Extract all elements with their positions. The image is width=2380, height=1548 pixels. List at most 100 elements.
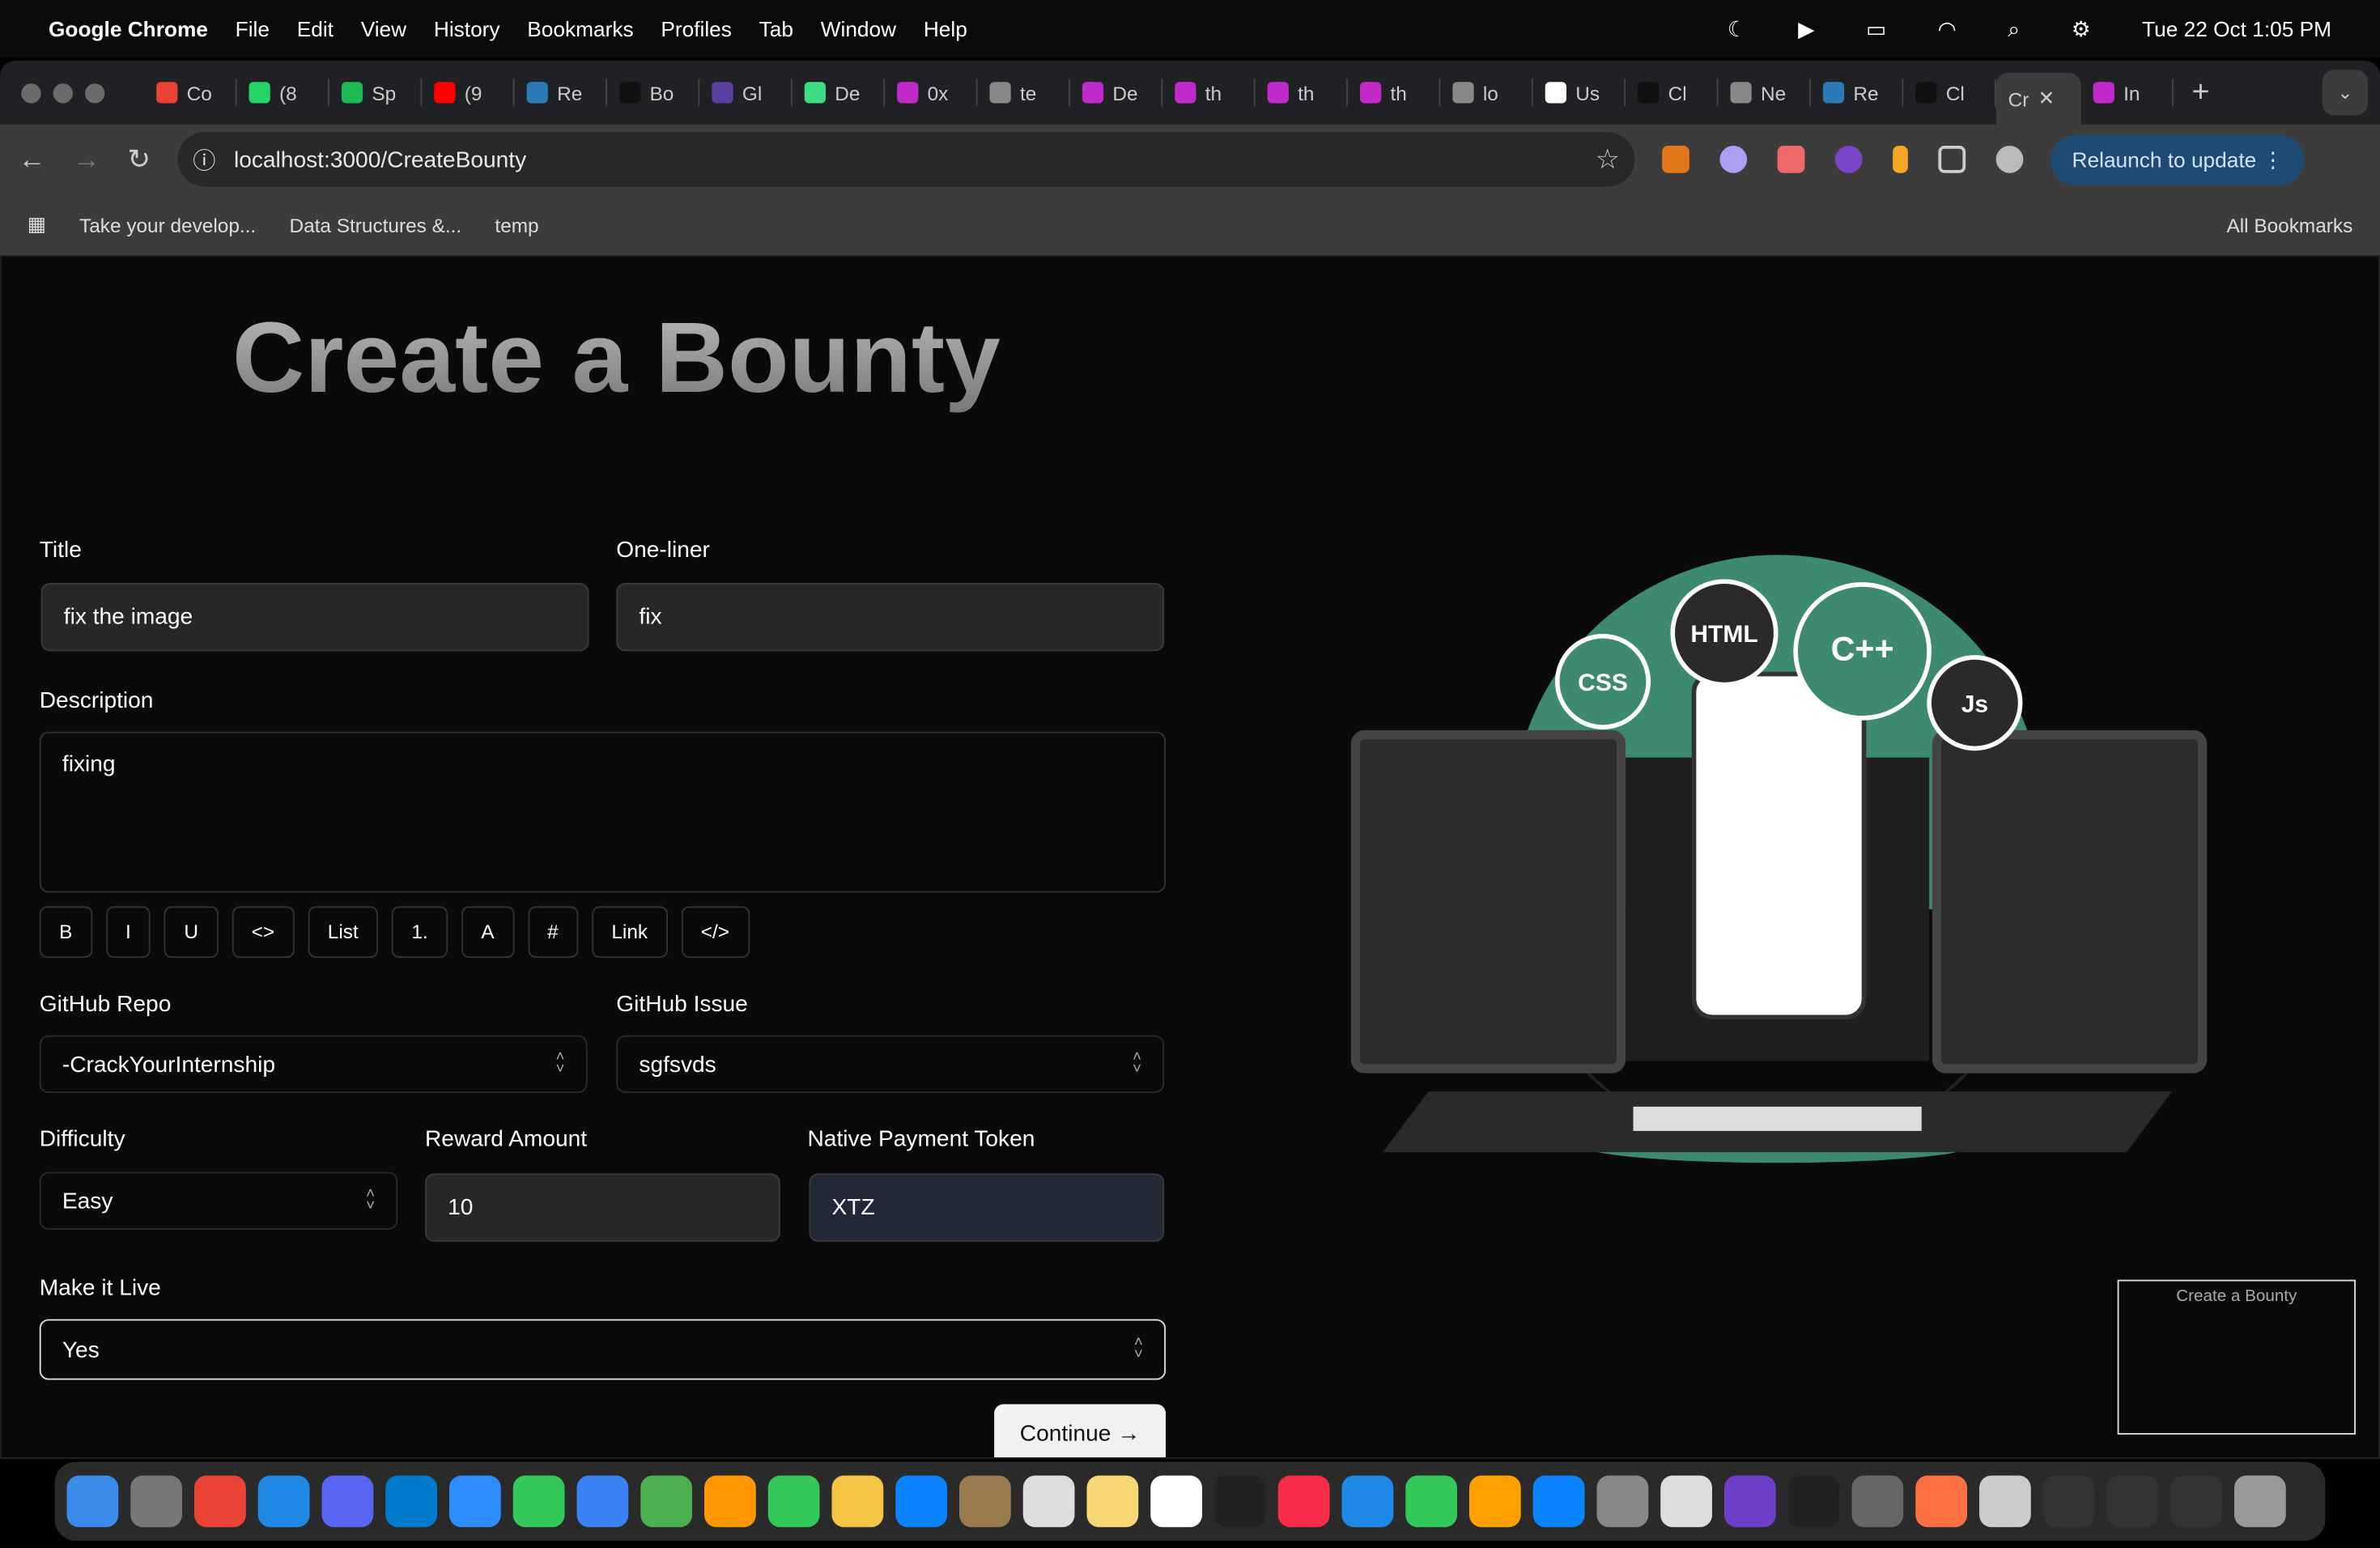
wifi-icon[interactable]: ◠	[1938, 16, 1957, 42]
dock-app-icon[interactable]	[194, 1475, 246, 1528]
description-textarea[interactable]: fixing	[39, 731, 1166, 893]
profile-avatar[interactable]	[1995, 146, 2024, 173]
menu-window[interactable]: Window	[821, 17, 896, 41]
issue-select[interactable]: sgfsvds ˄ ˅	[616, 1035, 1165, 1093]
control-center-icon[interactable]: ⚙	[2072, 16, 2091, 42]
forward-icon[interactable]: →	[73, 143, 100, 175]
browser-tab[interactable]: Sp	[329, 79, 423, 107]
dock-app-icon[interactable]	[2170, 1475, 2222, 1528]
browser-tab[interactable]: Ne	[1719, 79, 1811, 107]
dock-app-icon[interactable]	[1660, 1475, 1712, 1528]
format-button[interactable]: #	[527, 906, 579, 959]
metamask-icon[interactable]	[1662, 146, 1690, 173]
extension-p-icon[interactable]	[1777, 146, 1805, 173]
new-tab-button[interactable]: +	[2192, 75, 2210, 110]
dock-app-icon[interactable]	[1086, 1475, 1139, 1528]
format-button[interactable]: 1.	[391, 906, 448, 959]
browser-tab[interactable]: Re	[515, 79, 607, 107]
close-tab-icon[interactable]: ✕	[2038, 87, 2055, 111]
browser-tab-active[interactable]: Cr ✕	[1995, 73, 2081, 125]
dock-app-icon[interactable]	[2234, 1475, 2286, 1528]
menu-profiles[interactable]: Profiles	[661, 17, 732, 41]
menu-view[interactable]: View	[361, 17, 406, 41]
bookmark-2[interactable]: Data Structures &...	[289, 213, 461, 236]
oneliner-input[interactable]: fix	[616, 583, 1165, 652]
menu-help[interactable]: Help	[924, 17, 967, 41]
browser-tab[interactable]: lo	[1440, 79, 1533, 107]
menu-file[interactable]: File	[236, 17, 270, 41]
reload-icon[interactable]: ↻	[128, 143, 151, 175]
extension-purple-icon[interactable]	[1835, 146, 1863, 173]
dock-app-icon[interactable]	[640, 1475, 692, 1528]
reward-input[interactable]: 10	[425, 1173, 780, 1242]
menu-bookmarks[interactable]: Bookmarks	[527, 17, 633, 41]
dock-app-icon[interactable]	[1214, 1475, 1266, 1528]
format-button[interactable]: Link	[591, 906, 668, 959]
site-info-icon[interactable]: ⓘ	[193, 143, 215, 175]
dock-app-icon[interactable]	[1277, 1475, 1330, 1528]
continue-button[interactable]: Continue →	[994, 1404, 1166, 1457]
live-select[interactable]: Yes ˄ ˅	[39, 1319, 1166, 1380]
url-text[interactable]: localhost:3000/CreateBounty	[234, 147, 526, 172]
dock-app-icon[interactable]	[1150, 1475, 1202, 1528]
format-button[interactable]: </>	[681, 906, 750, 959]
address-bar[interactable]: ⓘ localhost:3000/CreateBounty ☆	[177, 132, 1635, 187]
browser-tab[interactable]: Cl	[1626, 79, 1719, 107]
browser-tab[interactable]: th	[1162, 79, 1256, 107]
dock-app-icon[interactable]	[1787, 1475, 1840, 1528]
dock-app-icon[interactable]	[1851, 1475, 1904, 1528]
browser-tab[interactable]: (8	[237, 79, 329, 107]
browser-tab[interactable]: Cl	[1903, 79, 1996, 107]
puzzle-icon[interactable]	[1938, 146, 1966, 173]
battery-icon[interactable]: ▭	[1866, 16, 1886, 42]
browser-tab[interactable]: (9	[422, 79, 515, 107]
clock[interactable]: Tue 22 Oct 1:05 PM	[2142, 17, 2331, 41]
moon-icon[interactable]: ☾	[1728, 16, 1747, 42]
browser-tab[interactable]: Gl	[699, 79, 793, 107]
browser-tab[interactable]: In	[2081, 79, 2174, 107]
dock-app-icon[interactable]	[1341, 1475, 1394, 1528]
dock-app-icon[interactable]	[130, 1475, 182, 1528]
format-button[interactable]: B	[39, 906, 92, 959]
difficulty-select[interactable]: Easy ˄ ˅	[39, 1172, 398, 1230]
picture-in-picture-thumbnail[interactable]: Create a Bounty	[2117, 1279, 2356, 1435]
bookmark-temp-folder[interactable]: temp	[495, 213, 538, 236]
dock-app-icon[interactable]	[1596, 1475, 1649, 1528]
dock-app-icon[interactable]	[2106, 1475, 2159, 1528]
dock-app-icon[interactable]	[704, 1475, 756, 1528]
bookmark-1[interactable]: Take your develop...	[79, 213, 256, 236]
play-icon[interactable]: ▶	[1798, 16, 1814, 42]
dock-app-icon[interactable]	[1724, 1475, 1776, 1528]
repo-select[interactable]: -CrackYourInternship ˄ ˅	[39, 1035, 588, 1093]
menu-edit[interactable]: Edit	[297, 17, 334, 41]
format-button[interactable]: U	[164, 906, 219, 959]
dock-app-icon[interactable]	[1405, 1475, 1457, 1528]
token-input[interactable]: XTZ	[809, 1173, 1165, 1242]
dock-app-icon[interactable]	[2042, 1475, 2095, 1528]
search-icon[interactable]: ⌕	[2008, 16, 2020, 42]
dock-app-icon[interactable]	[959, 1475, 1011, 1528]
format-button[interactable]: List	[308, 906, 379, 959]
dock-app-icon[interactable]	[1469, 1475, 1521, 1528]
browser-tab[interactable]: 0x	[885, 79, 978, 107]
dock-app-icon[interactable]	[895, 1475, 947, 1528]
format-button[interactable]: I	[105, 906, 151, 959]
format-button[interactable]: <>	[232, 906, 295, 959]
dock-app-icon[interactable]	[66, 1475, 119, 1528]
browser-tab[interactable]: Re	[1811, 79, 1904, 107]
menu-tab[interactable]: Tab	[759, 17, 793, 41]
tab-search-button[interactable]: ⌄	[2322, 70, 2368, 116]
key-icon[interactable]	[1893, 146, 1909, 173]
dock-app-icon[interactable]	[576, 1475, 629, 1528]
minimize-window-button[interactable]	[53, 83, 73, 103]
menu-app-name[interactable]: Google Chrome	[49, 17, 208, 41]
dock-app-icon[interactable]	[449, 1475, 501, 1528]
dock-app-icon[interactable]	[512, 1475, 565, 1528]
browser-tab[interactable]: Bo	[607, 79, 700, 107]
browser-tab[interactable]: th	[1256, 79, 1348, 107]
browser-tab[interactable]: te	[978, 79, 1070, 107]
phantom-icon[interactable]	[1719, 146, 1748, 173]
dock-app-icon[interactable]	[385, 1475, 437, 1528]
browser-tab[interactable]: Us	[1533, 79, 1626, 107]
dock-app-icon[interactable]	[767, 1475, 820, 1528]
